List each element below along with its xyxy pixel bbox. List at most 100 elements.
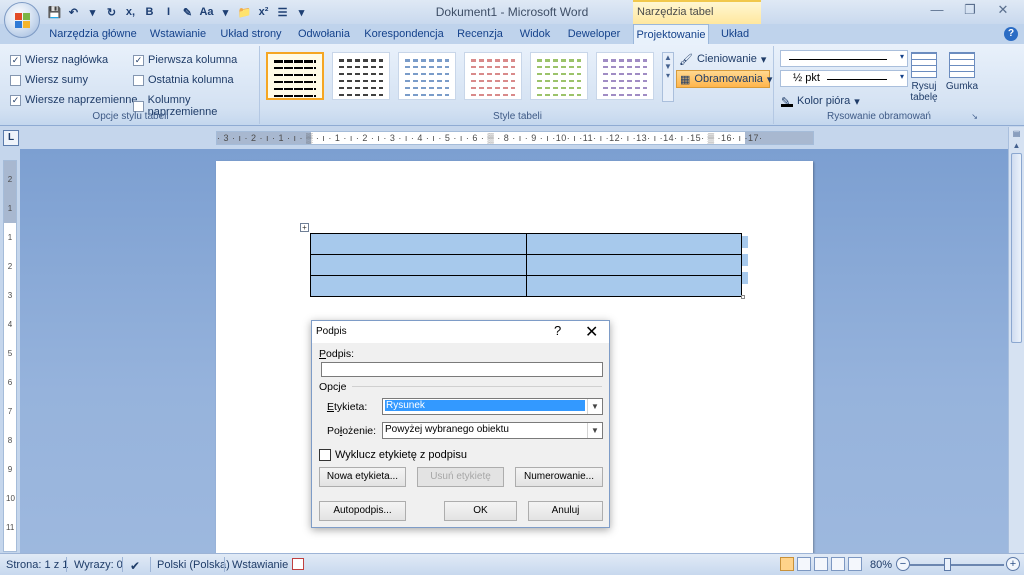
caption-dialog: Podpis ? ✕ Podpis: Opcje Etykieta: Rysun… (311, 320, 610, 528)
exclude-label-option[interactable]: Wyklucz etykietę z podpisu (319, 449, 467, 461)
table-cell[interactable] (310, 275, 527, 297)
group-table-style-options: Wiersz nagłówka Wiersz sumy Wiersze napr… (2, 46, 260, 124)
dialog-help-icon[interactable]: ? (554, 323, 561, 338)
checkbox-header-row[interactable] (10, 54, 21, 66)
end-of-row-marks (742, 233, 748, 290)
eraser-button[interactable]: Gumka (943, 52, 981, 92)
checkbox-banded-rows[interactable] (10, 94, 21, 106)
table-style-thumbnail[interactable] (530, 52, 588, 100)
scroll-up-icon[interactable]: ▲ (1011, 141, 1022, 152)
ruler-toggle-icon[interactable]: ▤ (1011, 129, 1022, 140)
tab-selector[interactable]: L (3, 130, 19, 146)
status-divider (66, 557, 67, 572)
line-style-select[interactable]: ▾ (780, 50, 908, 67)
group-label: Style tabeli (493, 111, 542, 122)
insert-mode[interactable]: Wstawianie (232, 559, 288, 571)
zoom-level[interactable]: 80% (870, 559, 892, 571)
ruler-tick: 5 (7, 349, 13, 358)
tab-home[interactable]: Narzędzia główne (44, 24, 142, 44)
macro-record-icon[interactable] (292, 558, 304, 570)
zoom-in-icon[interactable]: + (1006, 557, 1020, 571)
option-last-column[interactable]: Ostatnia kolumna (133, 74, 234, 86)
table-style-thumbnail[interactable] (596, 52, 654, 100)
new-label-button[interactable]: Nowa etykieta... (319, 467, 406, 487)
autocaption-button[interactable]: Autopodpis... (319, 501, 406, 521)
ruler-tick: 7 (7, 407, 13, 416)
caption-input[interactable] (321, 362, 603, 377)
office-button[interactable] (4, 2, 40, 38)
full-screen-view-icon[interactable] (797, 557, 811, 571)
tab-insert[interactable]: Wstawianie (146, 24, 210, 44)
numbering-button[interactable]: Numerowanie... (515, 467, 603, 487)
table-cell[interactable] (310, 233, 527, 255)
table-row (310, 233, 742, 255)
table-cell[interactable] (525, 233, 742, 255)
ruler-ticks: · 3 · ı · 2 · ı · 1 · ı · ▒ · ı · 1 · ı … (217, 133, 763, 143)
proofing-icon[interactable]: ✔ (130, 559, 140, 573)
close-icon[interactable]: ✕ (988, 2, 1018, 20)
gallery-scroll[interactable]: ▲ ▼ ▾ (662, 52, 674, 102)
label-select[interactable]: Rysunek ▼ (382, 398, 603, 415)
pen-color-button[interactable]: ✎ Kolor pióra ▾ (778, 92, 863, 110)
help-icon[interactable]: ? (1004, 27, 1018, 41)
ruler-tick: 6 (7, 378, 13, 387)
shading-button[interactable]: 🖌 Cieniowanie ▾ (676, 50, 769, 68)
tab-mailings[interactable]: Korespondencja (362, 24, 446, 44)
group-label: Rysowanie obramowań (827, 111, 931, 122)
position-select[interactable]: Powyżej wybranego obiektu ▼ (382, 422, 603, 439)
group-draw-borders: ▾ ½ pkt ▾ ✎ Kolor pióra ▾ Rysuj tabelę Gumk… (776, 46, 982, 124)
checkbox-last-column[interactable] (133, 74, 144, 86)
word-count[interactable]: Wyrazy: 0 (74, 559, 123, 571)
table-style-thumbnail[interactable] (398, 52, 456, 100)
tab-references[interactable]: Odwołania (292, 24, 356, 44)
position-select-value: Powyżej wybranego obiektu (385, 424, 509, 435)
checkbox-total-row[interactable] (10, 74, 21, 86)
minimize-icon[interactable]: — (922, 2, 952, 20)
table-cell[interactable] (525, 254, 742, 276)
page-count[interactable]: Strona: 1 z 1 (6, 559, 68, 571)
restore-icon[interactable]: ❐ (955, 2, 985, 20)
print-layout-view-icon[interactable] (780, 557, 794, 571)
tab-layout[interactable]: Układ (713, 24, 757, 44)
table-cell[interactable] (525, 275, 742, 297)
dialog-launcher-icon[interactable]: ↘ (971, 112, 978, 121)
table-cell[interactable] (310, 254, 527, 276)
vertical-ruler[interactable]: 2 1 1 2 3 4 5 6 7 8 9 10 11 (3, 160, 17, 552)
table-style-thumbnail[interactable] (332, 52, 390, 100)
option-first-column[interactable]: Pierwsza kolumna (133, 54, 237, 66)
table-style-thumbnail[interactable] (266, 52, 324, 100)
checkbox-first-column[interactable] (133, 54, 144, 66)
cancel-button[interactable]: Anuluj (528, 501, 603, 521)
table-resize-handle[interactable] (741, 295, 745, 299)
shading-label: Cieniowanie (696, 53, 757, 65)
draft-view-icon[interactable] (848, 557, 862, 571)
tab-view[interactable]: Widok (514, 24, 556, 44)
language[interactable]: Polski (Polska) (157, 559, 230, 571)
zoom-slider[interactable] (910, 564, 1004, 566)
dialog-close-icon[interactable]: ✕ (585, 322, 598, 342)
ok-button[interactable]: OK (444, 501, 517, 521)
horizontal-ruler[interactable]: · 3 · ı · 2 · ı · 1 · ı · ▒ · ı · 1 · ı … (216, 131, 814, 145)
line-weight-select[interactable]: ½ pkt ▾ (780, 70, 908, 87)
table-move-handle-icon[interactable]: + (300, 223, 309, 232)
vertical-scrollbar[interactable]: ▤ ▲ (1008, 127, 1024, 553)
document-table[interactable] (310, 233, 742, 297)
zoom-out-icon[interactable]: − (896, 557, 910, 571)
tab-developer[interactable]: Deweloper (562, 24, 626, 44)
option-header-row[interactable]: Wiersz nagłówka (10, 54, 108, 66)
option-total-row[interactable]: Wiersz sumy (10, 74, 88, 86)
tab-design[interactable]: Projektowanie (633, 24, 709, 44)
web-layout-view-icon[interactable] (814, 557, 828, 571)
borders-button[interactable]: ▦ Obramowania ▾ (676, 70, 772, 88)
outline-view-icon[interactable] (831, 557, 845, 571)
tab-page-layout[interactable]: Układ strony (216, 24, 286, 44)
zoom-slider-thumb[interactable] (944, 558, 951, 571)
scroll-thumb[interactable] (1011, 153, 1022, 343)
eraser-icon (949, 52, 975, 78)
exclude-label-checkbox[interactable] (319, 449, 331, 461)
option-banded-rows[interactable]: Wiersze naprzemienne (10, 94, 138, 106)
draw-table-button[interactable]: Rysuj tabelę (905, 52, 943, 103)
checkbox-banded-columns[interactable] (133, 100, 144, 112)
table-style-thumbnail[interactable] (464, 52, 522, 100)
tab-review[interactable]: Recenzja (452, 24, 508, 44)
